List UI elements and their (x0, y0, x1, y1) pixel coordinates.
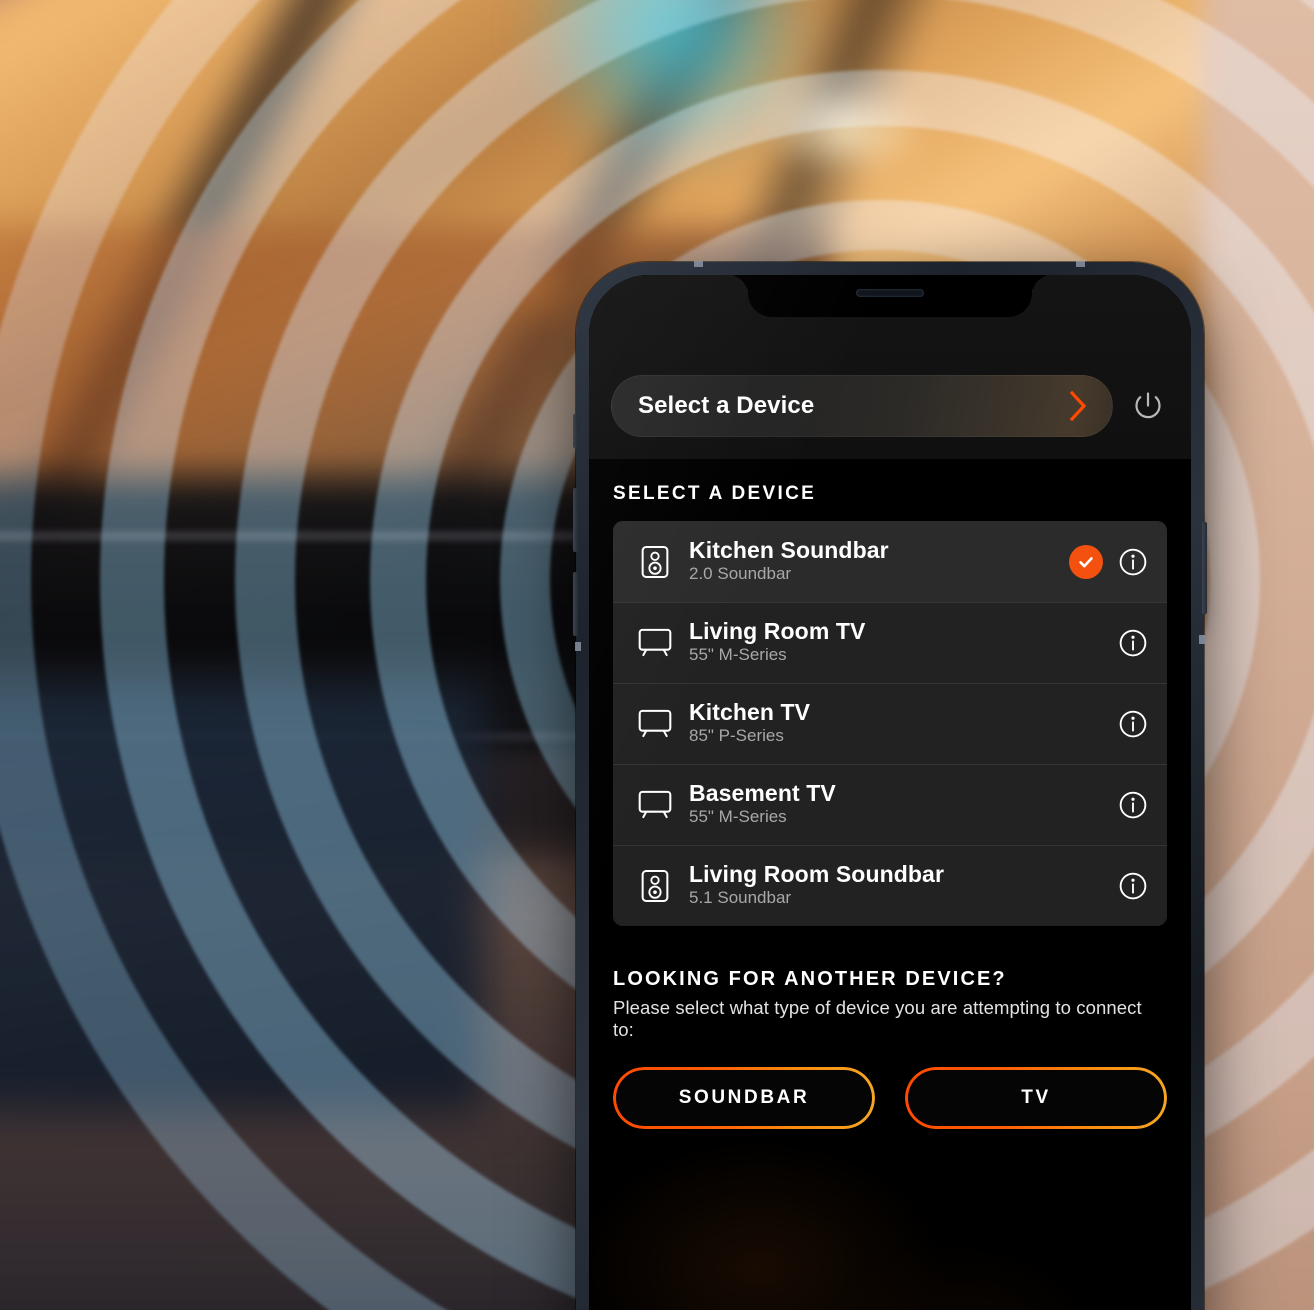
phone-device: Select a Device SELECT A DEVICE Kitchen … (573, 261, 1207, 1310)
device-row-text: Living Room TV 55" M-Series (689, 618, 1117, 666)
phone-notch (748, 275, 1032, 317)
device-row-living-room-soundbar[interactable]: Living Room Soundbar 5.1 Soundbar (613, 845, 1167, 926)
device-type-buttons: SOUNDBAR TV (613, 1067, 1167, 1129)
device-subtitle: 2.0 Soundbar (689, 564, 792, 584)
phone-screen: Select a Device SELECT A DEVICE Kitchen … (589, 275, 1191, 1310)
info-icon[interactable] (1117, 870, 1149, 902)
device-list: Kitchen Soundbar 2.0 Soundbar Living Roo… (613, 521, 1167, 926)
antenna-band-right (1199, 635, 1205, 644)
another-device-heading: LOOKING FOR ANOTHER DEVICE? (613, 968, 1007, 990)
tv-icon (635, 704, 675, 744)
device-subtitle: 85" P-Series (689, 726, 784, 746)
info-icon[interactable] (1117, 789, 1149, 821)
tv-icon (635, 623, 675, 663)
device-row-text: Basement TV 55" M-Series (689, 780, 1117, 828)
app-root: Select a Device SELECT A DEVICE Kitchen … (589, 275, 1191, 1310)
device-name: Living Room TV (689, 618, 866, 645)
device-row-text: Kitchen Soundbar 2.0 Soundbar (689, 537, 1069, 585)
device-row-actions (1117, 627, 1149, 659)
device-row-actions (1117, 708, 1149, 740)
another-device-subtitle: Please select what type of device you ar… (613, 997, 1142, 1040)
volume-up-button[interactable] (573, 488, 578, 552)
device-name: Basement TV (689, 780, 836, 807)
device-row-text: Living Room Soundbar 5.1 Soundbar (689, 861, 1117, 909)
speaker-icon (635, 542, 675, 582)
tv-icon (635, 785, 675, 825)
device-selector-pill[interactable]: Select a Device (611, 375, 1113, 437)
device-subtitle: 55" M-Series (689, 645, 787, 665)
info-icon[interactable] (1117, 708, 1149, 740)
device-row-actions (1069, 544, 1149, 579)
mute-switch[interactable] (573, 414, 578, 448)
device-row-kitchen-soundbar[interactable]: Kitchen Soundbar 2.0 Soundbar (613, 521, 1167, 602)
soundbar-button-label: SOUNDBAR (678, 1087, 810, 1108)
device-row-living-room-tv[interactable]: Living Room TV 55" M-Series (613, 602, 1167, 683)
info-icon[interactable] (1117, 546, 1149, 578)
device-name: Living Room Soundbar (689, 861, 944, 888)
phone-bezel: Select a Device SELECT A DEVICE Kitchen … (589, 275, 1191, 1310)
power-button[interactable] (1127, 385, 1169, 427)
antenna-band-top-left (694, 261, 703, 267)
device-row-basement-tv[interactable]: Basement TV 55" M-Series (613, 764, 1167, 845)
selected-check-icon (1069, 544, 1103, 579)
device-row-text: Kitchen TV 85" P-Series (689, 699, 1117, 747)
tv-button[interactable]: TV (905, 1067, 1167, 1129)
tv-button-label: TV (1021, 1087, 1051, 1108)
another-device-section: LOOKING FOR ANOTHER DEVICE? Please selec… (589, 926, 1191, 1129)
app-empty-area (589, 1129, 1191, 1310)
antenna-band-left (575, 642, 581, 651)
earpiece-speaker-icon (856, 289, 924, 297)
antenna-band-top-right (1076, 261, 1085, 267)
info-icon[interactable] (1117, 627, 1149, 659)
device-selector-label: Select a Device (638, 392, 815, 419)
soundbar-button[interactable]: SOUNDBAR (613, 1067, 875, 1129)
device-subtitle: 55" M-Series (689, 807, 787, 827)
chevron-right-icon (1068, 389, 1090, 423)
device-row-actions (1117, 789, 1149, 821)
device-row-kitchen-tv[interactable]: Kitchen TV 85" P-Series (613, 683, 1167, 764)
device-name: Kitchen Soundbar (689, 537, 889, 564)
device-subtitle: 5.1 Soundbar (689, 888, 792, 908)
screenshot-stage: Select a Device SELECT A DEVICE Kitchen … (0, 0, 1314, 1310)
section-heading: SELECT A DEVICE (589, 459, 1191, 521)
volume-down-button[interactable] (573, 572, 578, 636)
device-name: Kitchen TV (689, 699, 811, 726)
side-power-button[interactable] (1202, 522, 1207, 614)
device-row-actions (1117, 870, 1149, 902)
background-left-shadow (0, 683, 485, 1113)
speaker-icon (635, 866, 675, 906)
